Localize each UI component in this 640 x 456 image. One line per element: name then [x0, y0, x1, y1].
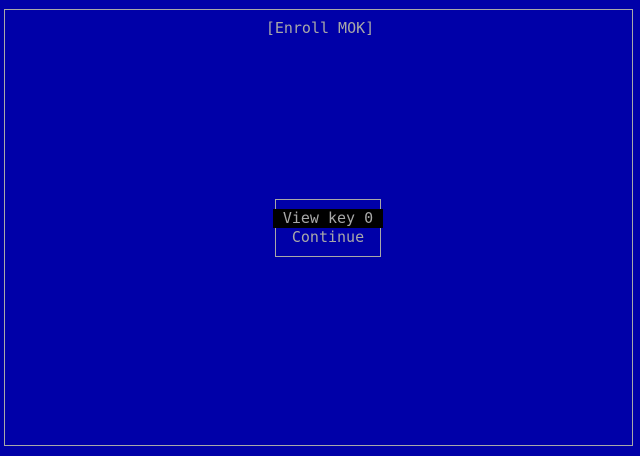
menu-item-view-key-0[interactable]: View key 0: [273, 209, 383, 228]
menu-item-continue[interactable]: Continue: [273, 228, 383, 247]
screen-title: [Enroll MOK]: [265, 19, 375, 37]
menu-dialog: View key 0 Continue: [273, 199, 383, 257]
